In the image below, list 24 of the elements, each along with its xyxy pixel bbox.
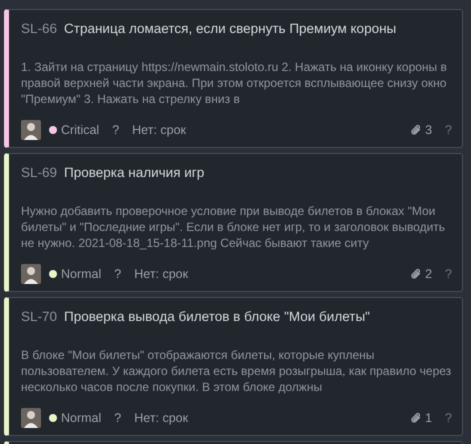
task-title[interactable]: Проверка вывода билетов в блоке "Мои билеты" — [64, 306, 370, 328]
points-label[interactable]: ? — [445, 408, 452, 428]
due-date-label[interactable]: Нет: срок — [132, 120, 186, 140]
task-description: В блоке "Мои билеты" отображаются билеты, которые куплены пользователем. У каждого билета есть время розыгрыша, как правило через несколько часов после покупки. В этом блоке должны — [21, 347, 452, 395]
due-date-label[interactable]: Нет: срок — [134, 408, 188, 428]
attachment-count: 3 — [425, 122, 432, 139]
estimate-label[interactable]: ? — [112, 120, 120, 140]
estimate-label[interactable]: ? — [114, 408, 122, 428]
priority-label[interactable]: Critical — [61, 120, 100, 140]
task-key[interactable]: SL-70 — [21, 306, 58, 328]
due-date-label[interactable]: Нет: срок — [134, 264, 188, 284]
task-description: Нужно добавить проверочное условие при выводе билетов в блоках "Мои билеты" и "Последние игры". Если в блоке нет игр, то и заголовок выводить не нужно. 2021-08-18_15-18-11.png Сейчас бывают такие ситу — [21, 203, 446, 251]
task-key[interactable]: SL-66 — [21, 18, 58, 40]
task-title[interactable]: Страница ломается, если свернуть Премиум короны — [64, 18, 396, 40]
priority-label[interactable]: Normal — [61, 264, 102, 284]
points-label[interactable]: ? — [445, 120, 452, 140]
task-title[interactable]: Проверка наличия игр — [64, 162, 204, 184]
priority-label[interactable]: Normal — [61, 408, 102, 428]
attachment-count: 2 — [425, 266, 432, 283]
points-label[interactable]: ? — [445, 264, 452, 284]
task-description: 1. Зайти на страницу https://newmain.stoloto.ru 2. Нажать на иконку короны в правой верхней части экрана. При этом откроется всплывающее снизу окно "Премиум" 3. Нажать на стрелку вниз в — [21, 59, 448, 107]
task-key[interactable]: SL-69 — [21, 162, 58, 184]
attachment-count: 1 — [425, 410, 432, 427]
estimate-label[interactable]: ? — [114, 264, 122, 284]
